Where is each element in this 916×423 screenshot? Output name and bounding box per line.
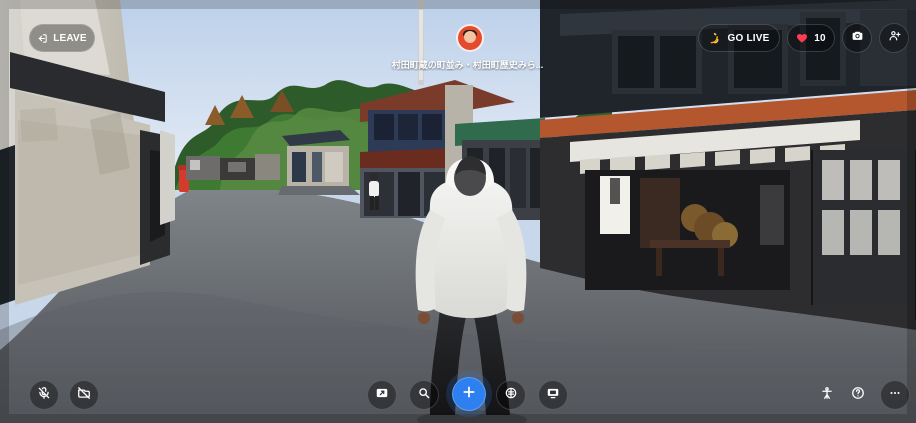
video-off-button[interactable]	[69, 380, 99, 410]
leave-button[interactable]: LEAVE	[29, 24, 95, 52]
plus-icon	[461, 384, 477, 405]
go-live-label: GO LIVE	[727, 32, 770, 44]
virtual-world-viewport[interactable]: LEAVE 村田町蔵の町並み・村田町歴史みら... GO LIVE 10	[0, 0, 916, 423]
emoji-button[interactable]	[496, 380, 526, 410]
screen-share-icon	[546, 386, 560, 405]
more-button[interactable]	[880, 380, 910, 410]
add-person-icon	[888, 29, 901, 47]
mic-off-icon	[37, 386, 51, 405]
likes-count: 10	[814, 32, 826, 44]
mic-off-button[interactable]	[29, 380, 59, 410]
camera-icon	[851, 29, 864, 47]
accessibility-icon	[820, 386, 834, 405]
leave-label: LEAVE	[53, 32, 87, 44]
camera-button[interactable]	[842, 23, 872, 53]
heart-icon	[796, 32, 808, 44]
likes-button[interactable]: 10	[787, 24, 835, 52]
video-off-icon	[77, 386, 91, 405]
help-icon	[851, 386, 865, 405]
accessibility-button[interactable]	[812, 380, 842, 410]
emoji-icon	[504, 386, 518, 405]
avatar-face	[464, 31, 476, 43]
add-person-button[interactable]	[879, 23, 909, 53]
search-button[interactable]	[409, 380, 439, 410]
go-live-icon	[709, 31, 723, 45]
help-button[interactable]	[843, 380, 873, 410]
distant-avatar	[369, 173, 379, 210]
add-button[interactable]	[452, 377, 486, 411]
leave-icon	[37, 33, 48, 44]
screen-share-button[interactable]	[538, 380, 568, 410]
avatar[interactable]	[456, 24, 484, 52]
share-button[interactable]	[367, 380, 397, 410]
location-title: 村田町蔵の町並み・村田町歴史みら...	[391, 60, 544, 70]
search-icon	[417, 386, 431, 405]
go-live-button[interactable]: GO LIVE	[698, 24, 780, 52]
share-icon	[375, 386, 389, 405]
more-icon	[888, 386, 902, 405]
